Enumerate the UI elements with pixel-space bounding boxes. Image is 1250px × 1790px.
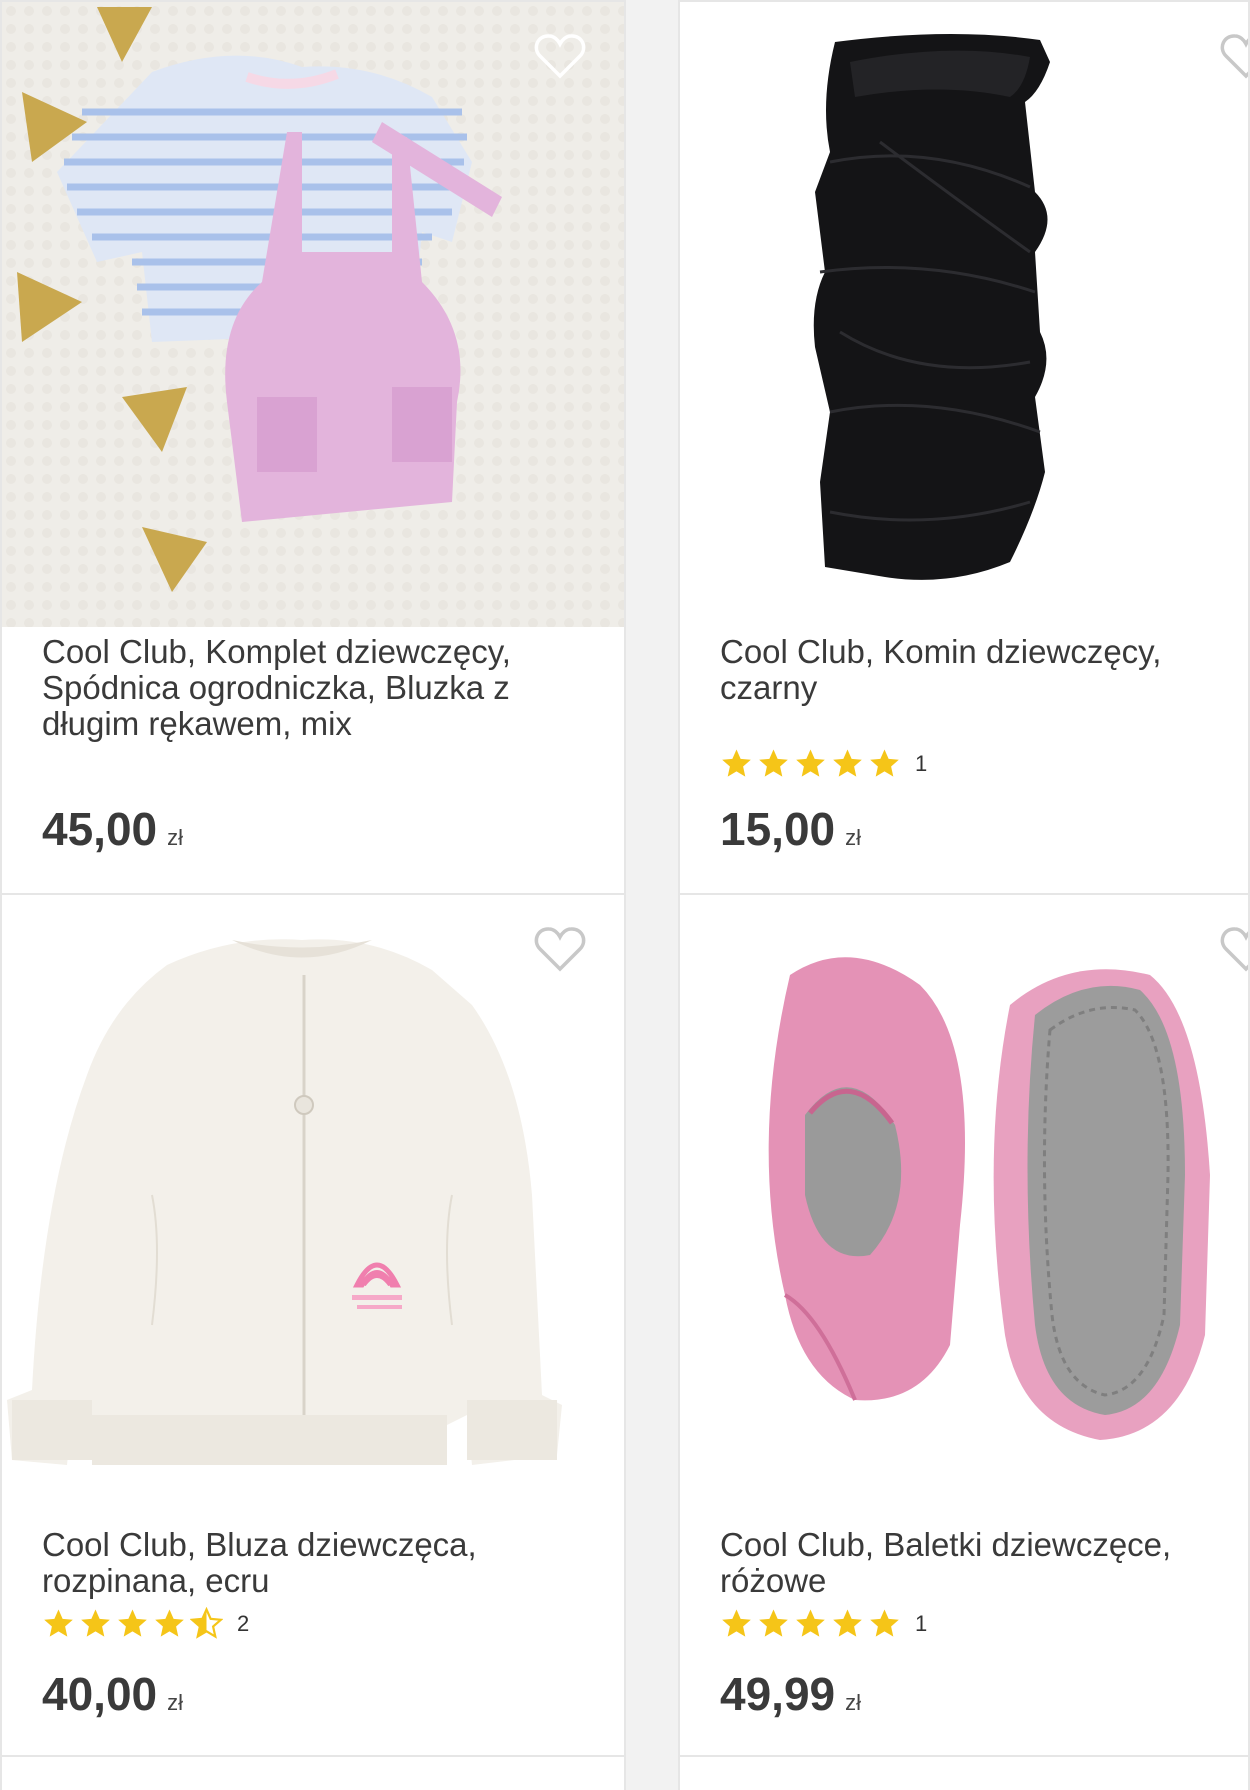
heart-outline-icon[interactable] [1220,925,1248,973]
price-currency: zł [167,1690,184,1715]
heart-outline-icon[interactable] [534,32,586,80]
price-currency: zł [845,825,862,850]
star-icon [81,1609,110,1637]
review-count: 1 [915,750,928,776]
product-price: 15,00 zł [720,802,861,856]
price-value: 45,00 [42,803,158,855]
product-price: 45,00 zł [42,802,183,856]
review-count: 2 [237,1610,250,1636]
product-card[interactable]: Cool Club, Bluza dziewczęca, rozpinana, … [0,893,626,1760]
product-card[interactable] [678,1755,1250,1790]
price-currency: zł [167,825,184,850]
product-image[interactable] [2,2,624,627]
price-value: 49,99 [720,1668,836,1720]
product-grid: Cool Club, Komplet dziewczęcy, Spódnica … [0,0,1250,1790]
star-icon [155,1609,184,1637]
product-image[interactable] [680,895,1248,1535]
star-icon [759,1609,788,1637]
heart-outline-icon[interactable] [534,925,586,973]
product-title[interactable]: Cool Club, Komplet dziewczęcy, Spódnica … [42,634,594,742]
review-count: 1 [915,1610,928,1636]
star-icon [870,1609,899,1637]
heart-outline-icon[interactable] [1220,32,1248,80]
product-card[interactable]: Cool Club, Komin dziewczęcy, czarny 1 15… [678,0,1250,898]
star-icon [833,1609,862,1637]
product-title[interactable]: Cool Club, Komin dziewczęcy, czarny [720,634,1218,706]
star-icon [759,749,788,777]
product-rating: 1 [720,747,927,780]
product-image[interactable] [2,895,624,1535]
product-title[interactable]: Cool Club, Bluza dziewczęca, rozpinana, … [42,1527,594,1599]
price-value: 15,00 [720,803,836,855]
product-card[interactable]: Cool Club, Komplet dziewczęcy, Spódnica … [0,0,626,898]
star-icon [870,749,899,777]
product-card[interactable]: Cool Club, Baletki dziewczęce, różowe 1 … [678,893,1250,1760]
star-icon [833,749,862,777]
price-value: 40,00 [42,1668,158,1720]
product-rating: 1 [720,1607,927,1640]
price-currency: zł [845,1690,862,1715]
product-price: 40,00 zł [42,1667,183,1721]
product-title[interactable]: Cool Club, Baletki dziewczęce, różowe [720,1527,1218,1599]
product-rating: 2 [42,1607,249,1640]
star-icon [722,749,751,777]
star-icon [44,1609,73,1637]
star-icon [722,1609,751,1637]
star-icon [118,1609,147,1637]
product-card[interactable] [0,1755,626,1790]
star-icon [796,749,825,777]
star-half-icon [190,1607,223,1639]
star-icon [796,1609,825,1637]
product-price: 49,99 zł [720,1667,861,1721]
product-image[interactable] [680,2,1248,627]
